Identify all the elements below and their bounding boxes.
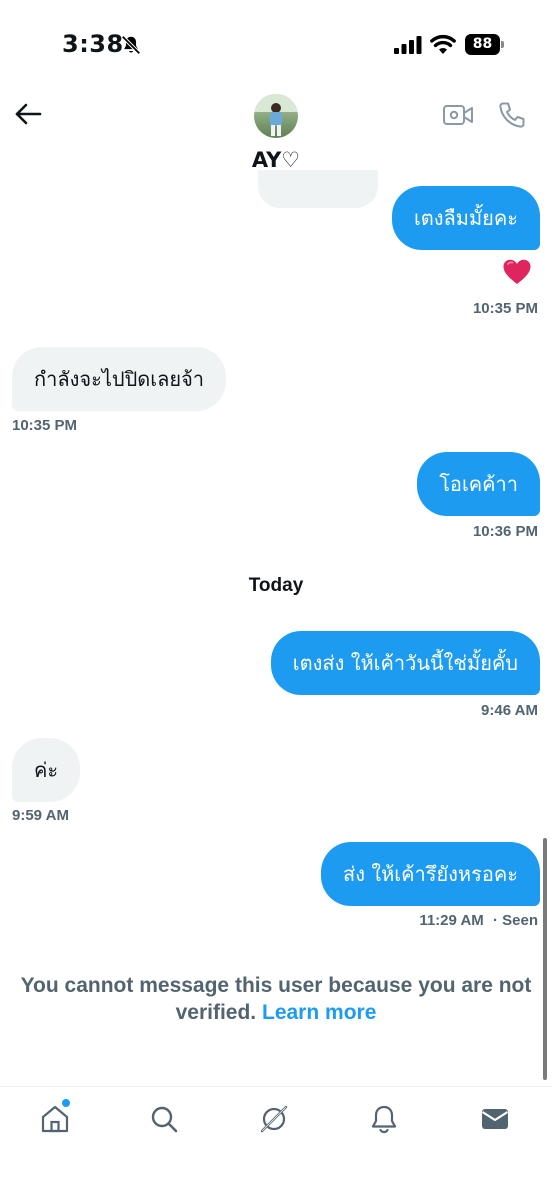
day-separator: Today — [248, 575, 304, 596]
search-icon[interactable] — [148, 1103, 180, 1135]
notifications-icon[interactable] — [368, 1103, 400, 1135]
message-timestamp: 10:35 PM — [472, 300, 538, 317]
status-bar: 3:38 88 — [0, 0, 552, 90]
status-time: 3:38 — [62, 30, 124, 58]
message-bubble-outgoing[interactable]: โอเคค้าา — [417, 452, 540, 516]
verification-notice: You cannot message this user because you… — [0, 972, 552, 1026]
video-call-icon[interactable] — [442, 102, 474, 128]
battery-icon: 88 — [465, 34, 505, 55]
contact-name[interactable]: AY♡ — [0, 148, 552, 172]
battery-level: 88 — [465, 34, 500, 55]
back-arrow-icon[interactable] — [12, 98, 44, 130]
wifi-icon — [430, 34, 456, 54]
bell-off-icon — [121, 35, 141, 55]
heart-icon — [503, 259, 531, 284]
previous-message-fragment — [258, 170, 378, 208]
phone-icon[interactable] — [497, 100, 527, 130]
heart-reaction-icon[interactable] — [502, 258, 532, 286]
avatar-image — [254, 94, 298, 136]
message-timestamp: 10:36 PM — [472, 523, 538, 540]
avatar[interactable] — [254, 94, 298, 138]
battery-cap — [501, 41, 504, 48]
message-bubble-outgoing[interactable]: เตงลืมมั้ยคะ — [391, 186, 540, 250]
signal-icon — [394, 36, 422, 54]
scrollbar[interactable] — [543, 838, 547, 1080]
message-timestamp: 9:59 AM — [12, 807, 69, 824]
messages-icon[interactable] — [479, 1103, 511, 1135]
seen-status: · Seen — [492, 912, 538, 929]
message-bubble-incoming[interactable]: กำลังจะไปปิดเลยจ้า — [12, 347, 227, 411]
home-icon[interactable] — [39, 1103, 71, 1135]
message-bubble-outgoing[interactable]: เตงส่ง ให้เค้าวันนี้ใช่มั้ยคั้บ — [270, 631, 540, 695]
message-timestamp: 11:29 AM · Seen — [419, 912, 538, 929]
message-timestamp: 9:46 AM — [481, 702, 538, 719]
message-bubble-incoming[interactable]: ค่ะ — [12, 738, 81, 802]
bottom-navigation — [0, 1086, 552, 1200]
message-timestamp: 10:35 PM — [12, 417, 78, 434]
grok-icon[interactable] — [258, 1103, 290, 1135]
message-bubble-outgoing[interactable]: ส่ง ให้เค้ารึยังหรอคะ — [320, 842, 540, 906]
home-badge-dot — [62, 1099, 70, 1107]
learn-more-link[interactable]: Learn more — [262, 1001, 376, 1024]
message-time: 11:29 AM — [419, 912, 484, 929]
conversation-header: AY♡ — [0, 90, 552, 180]
